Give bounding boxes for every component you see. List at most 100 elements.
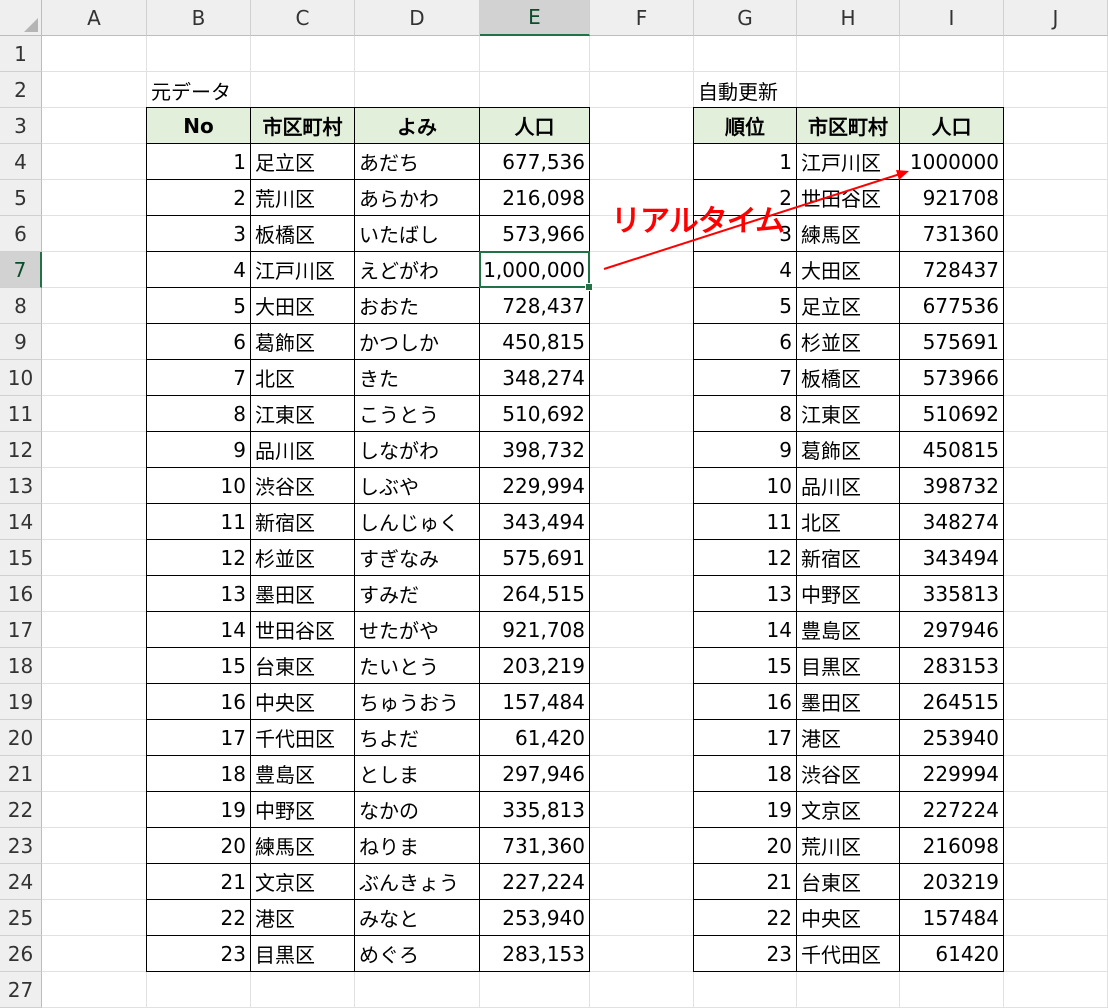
left-cell-reading[interactable]: かつしか [355, 324, 480, 360]
right-cell-municipality[interactable]: 新宿区 [797, 540, 900, 576]
right-cell-population[interactable]: 1000000 [900, 144, 1004, 180]
left-cell-municipality[interactable]: 中央区 [251, 684, 355, 720]
right-cell-rank[interactable]: 20 [693, 828, 797, 864]
right-cell-municipality[interactable]: 台東区 [797, 864, 900, 900]
left-cell-population[interactable]: 575,691 [480, 540, 590, 576]
right-cell-population[interactable]: 450815 [900, 432, 1004, 468]
left-cell-reading[interactable]: たいとう [355, 648, 480, 684]
left-cell-reading[interactable]: しぶや [355, 468, 480, 504]
left-cell-reading[interactable]: ちゅうおう [355, 684, 480, 720]
left-cell-reading[interactable]: あだち [355, 144, 480, 180]
left-cell-no[interactable]: 19 [146, 792, 251, 828]
left-cell-municipality[interactable]: 江東区 [251, 396, 355, 432]
right-cell-rank[interactable]: 18 [693, 756, 797, 792]
row-header-21[interactable]: 21 [0, 756, 42, 792]
left-cell-municipality[interactable]: 新宿区 [251, 504, 355, 540]
left-cell-no[interactable]: 10 [146, 468, 251, 504]
left-cell-no[interactable]: 23 [146, 936, 251, 972]
right-cell-population[interactable]: 731360 [900, 216, 1004, 252]
row-header-23[interactable]: 23 [0, 828, 42, 864]
row-header-1[interactable]: 1 [0, 36, 42, 72]
left-cell-municipality[interactable]: 葛飾区 [251, 324, 355, 360]
left-cell-reading[interactable]: せたがや [355, 612, 480, 648]
row-header-12[interactable]: 12 [0, 432, 42, 468]
left-cell-reading[interactable]: みなと [355, 900, 480, 936]
column-header-g[interactable]: G [694, 0, 797, 36]
right-cell-population[interactable]: 921708 [900, 180, 1004, 216]
left-cell-population[interactable]: 728,437 [480, 288, 590, 324]
right-cell-population[interactable]: 61420 [900, 936, 1004, 972]
right-cell-rank[interactable]: 19 [693, 792, 797, 828]
left-cell-population[interactable]: 348,274 [480, 360, 590, 396]
left-cell-population[interactable]: 253,940 [480, 900, 590, 936]
row-header-13[interactable]: 13 [0, 468, 42, 504]
right-cell-municipality[interactable]: 渋谷区 [797, 756, 900, 792]
row-header-6[interactable]: 6 [0, 216, 42, 252]
row-header-3[interactable]: 3 [0, 108, 42, 144]
right-cell-rank[interactable]: 12 [693, 540, 797, 576]
left-cell-no[interactable]: 1 [146, 144, 251, 180]
right-cell-municipality[interactable]: 品川区 [797, 468, 900, 504]
left-cell-municipality[interactable]: 杉並区 [251, 540, 355, 576]
right-cell-population[interactable]: 283153 [900, 648, 1004, 684]
fill-handle[interactable] [585, 283, 593, 291]
left-cell-no[interactable]: 18 [146, 756, 251, 792]
right-cell-municipality[interactable]: 練馬区 [797, 216, 900, 252]
right-cell-rank[interactable]: 10 [693, 468, 797, 504]
left-cell-reading[interactable]: えどがわ [355, 252, 480, 288]
left-cell-reading[interactable]: しんじゅく [355, 504, 480, 540]
row-header-17[interactable]: 17 [0, 612, 42, 648]
left-cell-no[interactable]: 11 [146, 504, 251, 540]
row-header-10[interactable]: 10 [0, 360, 42, 396]
row-header-7[interactable]: 7 [0, 252, 42, 288]
right-cell-rank[interactable]: 14 [693, 612, 797, 648]
right-cell-rank[interactable]: 6 [693, 324, 797, 360]
row-header-8[interactable]: 8 [0, 288, 42, 324]
left-cell-municipality[interactable]: 大田区 [251, 288, 355, 324]
left-cell-reading[interactable]: ねりま [355, 828, 480, 864]
right-cell-population[interactable]: 573966 [900, 360, 1004, 396]
column-header-j[interactable]: J [1004, 0, 1108, 36]
right-cell-population[interactable]: 253940 [900, 720, 1004, 756]
left-cell-population[interactable]: 264,515 [480, 576, 590, 612]
column-header-i[interactable]: I [900, 0, 1004, 36]
right-cell-rank[interactable]: 21 [693, 864, 797, 900]
left-header-no[interactable]: No [146, 107, 251, 144]
right-cell-rank[interactable]: 9 [693, 432, 797, 468]
left-header-population[interactable]: 人口 [480, 107, 590, 144]
left-cell-no[interactable]: 8 [146, 396, 251, 432]
left-cell-municipality[interactable]: 板橋区 [251, 216, 355, 252]
right-cell-municipality[interactable]: 葛飾区 [797, 432, 900, 468]
right-cell-municipality[interactable]: 江東区 [797, 396, 900, 432]
left-cell-municipality[interactable]: 品川区 [251, 432, 355, 468]
right-cell-population[interactable]: 229994 [900, 756, 1004, 792]
left-cell-no[interactable]: 6 [146, 324, 251, 360]
column-header-e[interactable]: E [480, 0, 590, 36]
left-cell-no[interactable]: 15 [146, 648, 251, 684]
right-cell-population[interactable]: 677536 [900, 288, 1004, 324]
left-cell-municipality[interactable]: 江戸川区 [251, 252, 355, 288]
right-cell-municipality[interactable]: 大田区 [797, 252, 900, 288]
left-cell-no[interactable]: 13 [146, 576, 251, 612]
right-cell-municipality[interactable]: 墨田区 [797, 684, 900, 720]
right-header-rank[interactable]: 順位 [693, 107, 797, 144]
right-cell-population[interactable]: 348274 [900, 504, 1004, 540]
right-cell-rank[interactable]: 22 [693, 900, 797, 936]
right-cell-municipality[interactable]: 千代田区 [797, 936, 900, 972]
left-cell-population[interactable]: 450,815 [480, 324, 590, 360]
right-cell-municipality[interactable]: 中野区 [797, 576, 900, 612]
left-cell-population[interactable]: 343,494 [480, 504, 590, 540]
left-cell-reading[interactable]: めぐろ [355, 936, 480, 972]
row-header-20[interactable]: 20 [0, 720, 42, 756]
left-cell-reading[interactable]: すぎなみ [355, 540, 480, 576]
right-cell-municipality[interactable]: 目黒区 [797, 648, 900, 684]
row-header-11[interactable]: 11 [0, 396, 42, 432]
right-cell-rank[interactable]: 23 [693, 936, 797, 972]
left-cell-population[interactable]: 398,732 [480, 432, 590, 468]
left-cell-population[interactable]: 921,708 [480, 612, 590, 648]
left-cell-municipality[interactable]: 千代田区 [251, 720, 355, 756]
row-header-14[interactable]: 14 [0, 504, 42, 540]
left-cell-no[interactable]: 2 [146, 180, 251, 216]
left-cell-population[interactable]: 229,994 [480, 468, 590, 504]
left-cell-municipality[interactable]: 文京区 [251, 864, 355, 900]
